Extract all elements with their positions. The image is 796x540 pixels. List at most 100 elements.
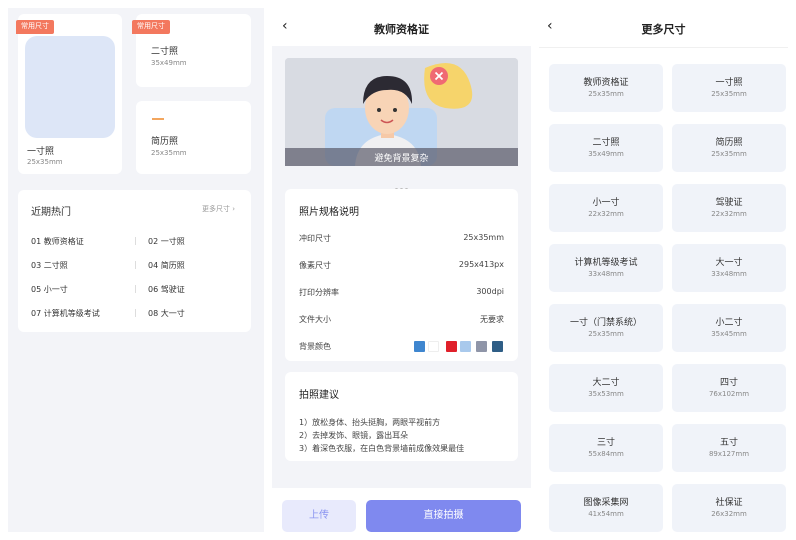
size-tile-name: 一寸（门禁系统） — [569, 318, 642, 328]
size-tile-dimensions: 33x48mm — [711, 270, 747, 278]
size-tile-name: 大一寸 — [715, 258, 743, 268]
size-tile-dimensions: 55x84mm — [588, 450, 624, 458]
size-tile-name: 四寸 — [719, 378, 738, 388]
spec-value: 25x35mm — [463, 233, 504, 242]
size-card-resume[interactable]: 简历照 25x35mm — [136, 101, 251, 174]
size-tile-name: 三寸 — [596, 438, 615, 448]
home-panel: 常用尺寸 一寸照 25x35mm 常用尺寸 二寸照 35x49mm 简历照 25… — [8, 8, 264, 532]
size-tile-name: 大二寸 — [592, 378, 620, 388]
hot-item[interactable]: 03 二寸照 — [31, 260, 68, 271]
size-tile[interactable]: 简历照 25x35mm — [672, 124, 786, 172]
hot-item[interactable]: 05 小一寸 — [31, 284, 68, 295]
size-card-two-inch[interactable]: 常用尺寸 二寸照 35x49mm — [132, 14, 251, 87]
detail-header: ‹ 教师资格证 — [272, 8, 531, 46]
size-tile-name: 小一寸 — [592, 198, 620, 208]
spec-label: 像素尺寸 — [299, 261, 331, 270]
recent-hot-section: 近期热门 更多尺寸 › 01 教师资格证 02 一寸照 03 二寸照 04 简历… — [18, 190, 251, 332]
recent-hot-heading: 近期热门 — [31, 207, 71, 218]
bg-color-swatch — [446, 341, 457, 352]
accent-dash — [152, 118, 164, 120]
spec-value: 300dpi — [476, 287, 504, 296]
tip-banner: 避免背景复杂 — [285, 58, 518, 166]
size-tile[interactable]: 一寸（门禁系统） 25x35mm — [549, 304, 663, 352]
size-tile-dimensions: 35x49mm — [588, 150, 624, 158]
size-tile[interactable]: 二寸照 35x49mm — [549, 124, 663, 172]
size-tile-dimensions: 26x32mm — [711, 510, 747, 518]
size-card-title: 一寸照 — [27, 147, 55, 157]
shoot-button[interactable]: 直接拍摄 — [366, 500, 521, 532]
spec-heading: 照片规格说明 — [299, 207, 359, 218]
size-tile-dimensions: 25x35mm — [588, 90, 624, 98]
divider — [135, 261, 136, 269]
spec-label: 文件大小 — [299, 315, 331, 324]
size-card-title: 二寸照 — [151, 47, 179, 57]
size-tile-name: 二寸照 — [592, 138, 620, 148]
size-tile[interactable]: 驾驶证 22x32mm — [672, 184, 786, 232]
size-tile-dimensions: 89x127mm — [708, 450, 750, 458]
size-tile[interactable]: 小二寸 35x45mm — [672, 304, 786, 352]
action-bar: 上传 直接拍摄 — [272, 488, 531, 532]
size-tile-dimensions: 76x102mm — [708, 390, 750, 398]
size-tile-name: 简历照 — [715, 138, 743, 148]
spec-label: 打印分辨率 — [299, 288, 339, 297]
spec-label: 背景颜色 — [299, 342, 331, 351]
hot-item[interactable]: 06 驾驶证 — [148, 284, 185, 295]
size-tile[interactable]: 四寸 76x102mm — [672, 364, 786, 412]
size-tile-name: 教师资格证 — [583, 78, 629, 88]
size-tile-dimensions: 25x35mm — [711, 90, 747, 98]
detail-panel: ‹ 教师资格证 避免背景复杂 照片规格说明 冲印尺寸 25x35mm 像素尺寸 — [272, 8, 531, 532]
size-tile[interactable]: 大二寸 35x53mm — [549, 364, 663, 412]
size-tile[interactable]: 三寸 55x84mm — [549, 424, 663, 472]
size-tile[interactable]: 计算机等级考试 33x48mm — [549, 244, 663, 292]
advice-card: 拍照建议 1）放松身体、抬头挺胸，两眼平视前方 2）去掉发饰、眼镜，露出耳朵 3… — [285, 372, 518, 461]
bg-color-swatch — [428, 341, 439, 352]
banner-caption-bar: 避免背景复杂 — [285, 148, 518, 166]
banner-caption: 避免背景复杂 — [374, 154, 429, 164]
divider — [135, 285, 136, 293]
spec-value: 295x413px — [458, 260, 504, 269]
hot-item[interactable]: 04 简历照 — [148, 260, 185, 271]
size-tile[interactable]: 大一寸 33x48mm — [672, 244, 786, 292]
hot-item[interactable]: 01 教师资格证 — [31, 236, 84, 247]
hot-item[interactable]: 08 大一寸 — [148, 308, 185, 319]
size-tile-dimensions: 25x35mm — [588, 330, 624, 338]
size-tile[interactable]: 五寸 89x127mm — [672, 424, 786, 472]
size-tile-dimensions: 35x53mm — [588, 390, 624, 398]
size-card-size: 25x35mm — [151, 149, 187, 157]
advice-tip: 3）着深色衣服，在白色背景墙前成像效果最佳 — [299, 444, 465, 453]
size-tile[interactable]: 图像采集网 41x54mm — [549, 484, 663, 532]
size-tile-name: 驾驶证 — [715, 198, 743, 208]
size-tile-dimensions: 33x48mm — [588, 270, 624, 278]
close-icon — [430, 67, 448, 85]
size-tile[interactable]: 小一寸 22x32mm — [549, 184, 663, 232]
size-tile-name: 五寸 — [719, 438, 738, 448]
size-tile-name: 图像采集网 — [583, 498, 629, 508]
size-tile-dimensions: 35x45mm — [711, 330, 747, 338]
advice-heading: 拍照建议 — [299, 390, 339, 401]
common-size-badge: 常用尺寸 — [16, 20, 54, 34]
spec-card: 照片规格说明 冲印尺寸 25x35mm 像素尺寸 295x413px 打印分辨率… — [285, 189, 518, 361]
size-card-one-inch[interactable]: 常用尺寸 一寸照 25x35mm — [16, 14, 122, 174]
page-title: 更多尺寸 — [641, 23, 686, 36]
size-tile-name: 小二寸 — [715, 318, 743, 328]
bg-color-swatch — [414, 341, 425, 352]
hot-item[interactable]: 07 计算机等级考试 — [31, 308, 100, 319]
advice-tip: 1）放松身体、抬头挺胸，两眼平视前方 — [299, 418, 441, 427]
size-card-size: 35x49mm — [151, 59, 187, 67]
size-tile-dimensions: 25x35mm — [711, 150, 747, 158]
size-tile[interactable]: 教师资格证 25x35mm — [549, 64, 663, 112]
hot-item[interactable]: 02 一寸照 — [148, 236, 185, 247]
size-tile[interactable]: 社保证 26x32mm — [672, 484, 786, 532]
size-tile-dimensions: 22x32mm — [711, 210, 747, 218]
size-card-title: 简历照 — [151, 137, 179, 147]
advice-tip: 2）去掉发饰、眼镜，露出耳朵 — [299, 431, 409, 440]
upload-button[interactable]: 上传 — [282, 500, 356, 532]
size-tile-name: 社保证 — [715, 498, 743, 508]
more-sizes-panel: ‹ 更多尺寸 教师资格证 25x35mm 一寸照 25x35mm 二寸照 35x49mm 简… — [539, 8, 788, 532]
size-tile[interactable]: 一寸照 25x35mm — [672, 64, 786, 112]
more-sizes-link[interactable]: 更多尺寸 › — [202, 204, 235, 214]
size-tile-name: 计算机等级考试 — [574, 258, 638, 268]
bg-color-swatch — [460, 341, 471, 352]
page-title: 教师资格证 — [374, 23, 429, 36]
common-size-badge: 常用尺寸 — [132, 20, 170, 34]
